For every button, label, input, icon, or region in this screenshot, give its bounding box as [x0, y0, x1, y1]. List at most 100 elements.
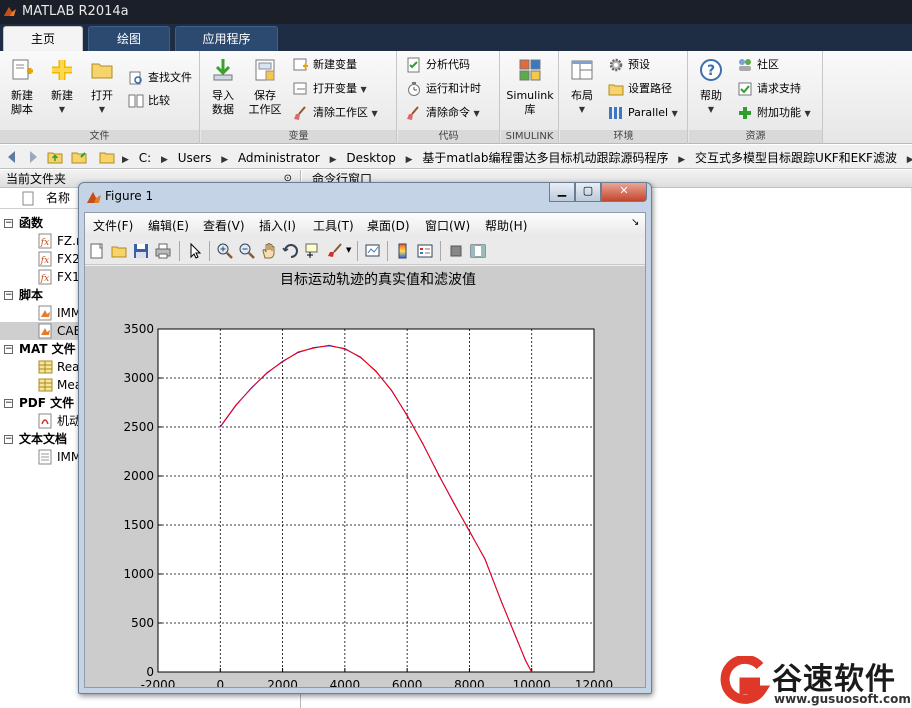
- browse-folder-icon[interactable]: [70, 148, 88, 166]
- maximize-button[interactable]: ▢: [575, 183, 601, 202]
- find-files-button[interactable]: 查找文件: [128, 68, 192, 88]
- compare-button[interactable]: 比较: [128, 91, 170, 111]
- chevron-down-icon: ▼: [371, 109, 378, 118]
- list-item[interactable]: Mea: [38, 376, 82, 394]
- menu-edit[interactable]: 编辑(E): [148, 217, 189, 234]
- import-data-button[interactable]: 导入 数据: [203, 55, 243, 117]
- breadcrumb-item[interactable]: C:: [139, 151, 151, 165]
- open-file-icon[interactable]: [110, 242, 128, 260]
- svg-text:fx: fx: [40, 256, 49, 266]
- trajectory-chart[interactable]: 目标运动轨迹的真实值和滤波值 -2000 0 2000 4000 6000 8000 100…: [85, 266, 645, 692]
- addons-button[interactable]: 附加功能 ▼: [737, 103, 811, 123]
- y-tick-label: 1000: [123, 567, 154, 581]
- menu-view[interactable]: 查看(V): [203, 217, 245, 234]
- tab-home[interactable]: 主页: [3, 26, 83, 51]
- legend-icon[interactable]: [416, 242, 434, 260]
- up-folder-icon[interactable]: [46, 148, 64, 166]
- forward-arrow-icon[interactable]: [24, 148, 42, 166]
- pan-hand-icon[interactable]: [260, 242, 278, 260]
- community-button[interactable]: 社区: [737, 55, 779, 75]
- tree-section-pdf-files[interactable]: − PDF 文件: [0, 394, 74, 412]
- brush-icon[interactable]: [326, 242, 344, 260]
- menu-dock-icon[interactable]: ↘: [631, 217, 639, 228]
- menu-window[interactable]: 窗口(W): [425, 217, 470, 234]
- app-titlebar: MATLAB R2014a: [0, 0, 912, 24]
- list-item[interactable]: 机动: [38, 412, 81, 430]
- list-item[interactable]: fx FZ.r: [38, 232, 81, 250]
- x-tick-label: 2000: [267, 678, 298, 687]
- layout-icon: [571, 60, 593, 80]
- ribbon: 新建 脚本 新建 ▼ 打开 ▼ 查找文件 比较 文件 导入 数据 保存 工作区 …: [0, 51, 912, 144]
- zoom-out-icon[interactable]: [238, 242, 256, 260]
- preferences-button[interactable]: 预设: [608, 55, 650, 75]
- collapse-icon[interactable]: −: [4, 399, 13, 408]
- tree-section-functions[interactable]: − 函数: [0, 214, 43, 232]
- tree-section-scripts[interactable]: − 脚本: [0, 286, 43, 304]
- collapse-icon[interactable]: −: [4, 435, 13, 444]
- list-item[interactable]: fx FX2: [38, 250, 80, 268]
- pointer-icon[interactable]: [186, 242, 204, 260]
- menu-file[interactable]: 文件(F): [93, 217, 133, 234]
- collapse-icon[interactable]: −: [4, 345, 13, 354]
- save-workspace-button[interactable]: 保存 工作区: [245, 55, 285, 117]
- menu-tools[interactable]: 工具(T): [313, 217, 354, 234]
- name-column-header[interactable]: 名称: [46, 188, 70, 209]
- parallel-button[interactable]: Parallel ▼: [608, 103, 678, 123]
- clear-commands-button[interactable]: 清除命令 ▼: [406, 103, 480, 123]
- help-button[interactable]: ? 帮助 ▼: [691, 55, 731, 117]
- back-arrow-icon[interactable]: [3, 148, 21, 166]
- hide-plot-tools-icon[interactable]: [447, 242, 465, 260]
- tab-plots[interactable]: 绘图: [88, 26, 170, 51]
- menu-desktop[interactable]: 桌面(D): [367, 217, 410, 234]
- chevron-down-icon: ▼: [98, 105, 106, 114]
- app-title: MATLAB R2014a: [22, 4, 129, 19]
- list-item[interactable]: IMM: [38, 448, 81, 466]
- analyze-code-button[interactable]: 分析代码: [406, 55, 470, 75]
- list-item[interactable]: Rea: [38, 358, 80, 376]
- rotate-3d-icon[interactable]: [282, 242, 300, 260]
- print-icon[interactable]: [154, 242, 172, 260]
- chevron-down-icon: ▼: [804, 109, 811, 118]
- layout-button[interactable]: 布局 ▼: [562, 55, 602, 117]
- matlab-figure-icon: [87, 192, 101, 203]
- menu-help[interactable]: 帮助(H): [485, 217, 527, 234]
- toolbar-separator: [179, 241, 180, 261]
- save-icon[interactable]: [132, 242, 150, 260]
- minimize-button[interactable]: ▁: [549, 183, 575, 202]
- request-support-button[interactable]: 请求支持: [737, 79, 801, 99]
- run-and-time-button[interactable]: 运行和计时: [406, 79, 481, 99]
- list-item[interactable]: fx FX1: [38, 268, 80, 286]
- breadcrumb-item[interactable]: 交互式多模型目标跟踪UKF和EKF滤波: [695, 149, 897, 166]
- breadcrumb-item[interactable]: Administrator: [238, 151, 320, 165]
- data-cursor-icon[interactable]: [304, 242, 322, 260]
- new-button[interactable]: 新建 ▼: [42, 55, 82, 117]
- breadcrumb-item[interactable]: Users: [178, 151, 212, 165]
- menu-insert[interactable]: 插入(I): [259, 217, 296, 234]
- list-item[interactable]: IMM: [38, 304, 81, 322]
- collapse-icon[interactable]: −: [4, 291, 13, 300]
- svg-text:fx: fx: [40, 274, 49, 284]
- x-tick-label: -2000: [141, 678, 176, 687]
- chevron-down-icon[interactable]: ▼: [346, 246, 351, 254]
- open-variable-button[interactable]: 打开变量 ▼: [293, 79, 367, 99]
- axes-background[interactable]: [157, 328, 595, 673]
- collapse-icon[interactable]: −: [4, 219, 13, 228]
- new-variable-button[interactable]: 新建变量: [293, 55, 357, 75]
- clear-workspace-button[interactable]: 清除工作区 ▼: [293, 103, 378, 123]
- zoom-in-icon[interactable]: [216, 242, 234, 260]
- tree-section-mat-files[interactable]: − MAT 文件: [0, 340, 76, 358]
- show-plot-tools-icon[interactable]: [469, 242, 487, 260]
- new-figure-icon[interactable]: [88, 242, 106, 260]
- link-plot-icon[interactable]: [364, 242, 382, 260]
- breadcrumb-item[interactable]: Desktop: [346, 151, 396, 165]
- tree-section-text-docs[interactable]: − 文本文档: [0, 430, 67, 448]
- open-button[interactable]: 打开 ▼: [82, 55, 122, 117]
- tab-apps[interactable]: 应用程序: [175, 26, 278, 51]
- new-script-button[interactable]: 新建 脚本: [2, 55, 42, 117]
- colorbar-icon[interactable]: [394, 242, 412, 260]
- close-button[interactable]: ✕: [601, 183, 647, 202]
- set-path-button[interactable]: 设置路径: [608, 79, 672, 99]
- figure-toolbar: ▼: [85, 237, 645, 265]
- breadcrumb-item[interactable]: 基于matlab编程雷达多目标机动跟踪源码程序: [422, 149, 668, 166]
- simulink-library-button[interactable]: Simulink 库: [503, 55, 557, 117]
